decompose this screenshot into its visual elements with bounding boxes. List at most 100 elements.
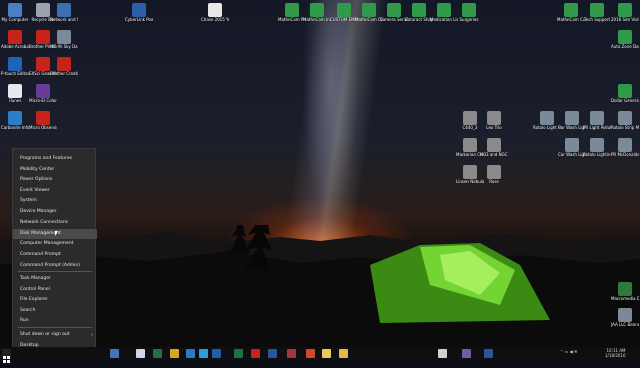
desktop-icon[interactable]: Cataract Shop S... xyxy=(405,3,433,22)
desktop-icon[interactable]: My Computer xyxy=(1,3,29,22)
desktop-icon-label: Network and Sharing Ce... xyxy=(50,17,78,22)
desktop-icon[interactable]: Camera Serial Number Li... xyxy=(380,3,408,22)
photo-icon[interactable] xyxy=(438,349,447,358)
shortcut-icon xyxy=(590,138,604,152)
menu-item-label: Task Manager xyxy=(20,276,51,281)
menu-item[interactable]: Task Manager xyxy=(13,274,97,284)
desktop-icon-label: Rotolo Strip Mall Light... xyxy=(611,125,639,130)
desktop-icon[interactable]: Dollar General... xyxy=(611,84,639,103)
desktop-icon[interactable]: Leo Trio xyxy=(480,111,508,130)
mouse-cursor xyxy=(55,231,58,236)
menu-item[interactable]: File Explorer xyxy=(13,295,97,305)
desktop-icon-label: PR Light Pollution... xyxy=(583,125,611,130)
shortcut-icon xyxy=(618,111,632,125)
taskbar: ⌃ ▭ ◀ ✉ 10:11 AM 1/18/2016 xyxy=(0,347,640,363)
desktop-icon[interactable]: Micro Observing... xyxy=(29,111,57,130)
desktop-icon[interactable]: Micro-EI Color xyxy=(29,84,57,103)
desktop-icon[interactable]: M33 and NGC 2718 xyxy=(480,138,508,157)
shortcut-icon xyxy=(437,3,451,17)
desktop-icon-label: iTunes xyxy=(8,98,22,103)
desktop-icon[interactable]: Car Wash Light Pollution xyxy=(558,138,586,157)
menu-item[interactable]: Mobility Center xyxy=(13,165,97,175)
desktop-icon[interactable]: MC All Sky Dark Sky Site xyxy=(50,30,78,49)
desktop-icon[interactable]: iTunes xyxy=(1,84,29,103)
chrome-icon[interactable] xyxy=(170,349,179,358)
desktop-icon[interactable]: JAA LLC Banner xyxy=(611,308,639,327)
powerpoint-icon[interactable] xyxy=(306,349,315,358)
menu-item[interactable]: Command Prompt xyxy=(13,250,97,260)
app-icon[interactable] xyxy=(136,349,145,358)
desktop-icon[interactable]: Car Wash Light Map xyxy=(558,111,586,130)
access-icon[interactable] xyxy=(287,349,296,358)
shortcut-icon xyxy=(57,3,71,17)
menu-item[interactable]: Command Prompt (Admin) xyxy=(13,261,97,271)
desktop-icon[interactable]: Medication List xyxy=(430,3,458,22)
desktop-icon-label: PR McDonalds xyxy=(611,152,639,157)
desktop-icon[interactable]: Macromedia Dreamwea... xyxy=(611,282,639,301)
start-button[interactable] xyxy=(2,349,11,363)
desktop-icon[interactable]: Chase 2015 Year End ... xyxy=(201,3,229,22)
menu-item[interactable]: Power Options xyxy=(13,175,97,185)
outlook-icon[interactable] xyxy=(212,349,221,358)
excel-icon[interactable] xyxy=(153,349,162,358)
clock[interactable]: 10:11 AM 1/18/2016 xyxy=(605,348,626,358)
desktop-icon[interactable]: CUSTOM EMPLOYEE... xyxy=(330,3,358,22)
menu-item[interactable]: Event Viewer xyxy=(13,186,97,196)
desktop-icon[interactable]: Auto Zone Donkey Li... xyxy=(611,30,639,49)
desktop-icon[interactable]: Tech Support xyxy=(583,3,611,22)
desktop-icon[interactable]: P-touch Editor 5.1 xyxy=(1,57,29,76)
shortcut-icon xyxy=(285,3,299,17)
excel-icon-2[interactable] xyxy=(234,349,243,358)
desktop-icon[interactable]: PR McDonalds xyxy=(611,138,639,157)
media-icon[interactable] xyxy=(462,349,471,358)
winx-power-user-menu: Programs and Features Mobility Center Powe… xyxy=(12,148,97,347)
mail-icon[interactable] xyxy=(484,349,493,358)
shortcut-icon xyxy=(487,138,501,152)
desktop-icon[interactable]: Rotolo Strip Mall Light... xyxy=(611,111,639,130)
notes-icon[interactable] xyxy=(322,349,331,358)
menu-item[interactable]: Control Panel xyxy=(13,285,97,295)
shortcut-icon xyxy=(618,84,632,98)
desktop-icon[interactable]: Carbonite InfoCenter xyxy=(1,111,29,130)
desktop-icon[interactable]: MathnCam Inventory ... xyxy=(303,3,331,22)
desktop-icon[interactable]: 2016 Site Visit Tracki... xyxy=(611,3,639,22)
desktop-icon[interactable]: MathnCam Customer... xyxy=(557,3,585,22)
menu-item[interactable]: Computer Management xyxy=(13,239,97,249)
shortcut-icon xyxy=(36,30,50,44)
desktop-icon[interactable]: PR Light Pollution... xyxy=(583,111,611,130)
desktop-icon[interactable]: Rotolo Light Pollution... xyxy=(533,111,561,130)
menu-item-label: Computer Management xyxy=(20,241,74,246)
desktop-icon[interactable]: Surgeries xyxy=(455,3,483,22)
desktop-icon-label: Adobe Acrobat ... xyxy=(1,44,29,49)
desktop-icon[interactable]: Rose xyxy=(480,165,508,184)
desktop-icon[interactable]: Network and Sharing Ce... xyxy=(50,3,78,22)
shortcut-icon xyxy=(487,165,501,179)
menu-item[interactable]: Search xyxy=(13,306,97,316)
menu-separator xyxy=(18,271,92,272)
menu-item-label: Device Manager xyxy=(20,209,57,214)
desktop-icon[interactable]: Adobe Acrobat ... xyxy=(1,30,29,49)
menu-item[interactable]: System xyxy=(13,196,97,206)
skype-icon[interactable] xyxy=(199,349,208,358)
shortcut-icon xyxy=(57,57,71,71)
desktop-icon[interactable]: Rotolo Lightin Issues xyxy=(583,138,611,157)
menu-item[interactable]: Shut down or sign out › xyxy=(13,330,97,340)
edge-icon[interactable] xyxy=(186,349,195,358)
desktop-icon[interactable]: MathnCam Comm Mod... xyxy=(355,3,383,22)
explorer-icon[interactable] xyxy=(339,349,348,358)
menu-item[interactable]: Run xyxy=(13,316,97,326)
menu-item[interactable]: Network Connections xyxy=(13,218,97,228)
desktop-icon-label: Camera Serial Number Li... xyxy=(380,17,408,22)
word-icon[interactable] xyxy=(268,349,277,358)
cortana-icon[interactable] xyxy=(110,349,119,358)
shortcut-icon xyxy=(36,57,50,71)
menu-item-label: Shut down or sign out xyxy=(20,332,70,337)
menu-item[interactable]: Device Manager xyxy=(13,207,97,217)
menu-item[interactable]: Programs and Features xyxy=(13,154,97,164)
menu-item-label: Control Panel xyxy=(20,287,50,292)
tray-icons[interactable]: ⌃ ▭ ◀ ✉ xyxy=(560,349,577,354)
desktop-icon[interactable]: Brother Creati... xyxy=(50,57,78,76)
desktop-icon[interactable]: CyberLink PowerDVD 15 xyxy=(125,3,153,22)
desktop-icon[interactable]: MathnCam Profit By Item xyxy=(278,3,306,22)
acrobat-icon[interactable] xyxy=(251,349,260,358)
